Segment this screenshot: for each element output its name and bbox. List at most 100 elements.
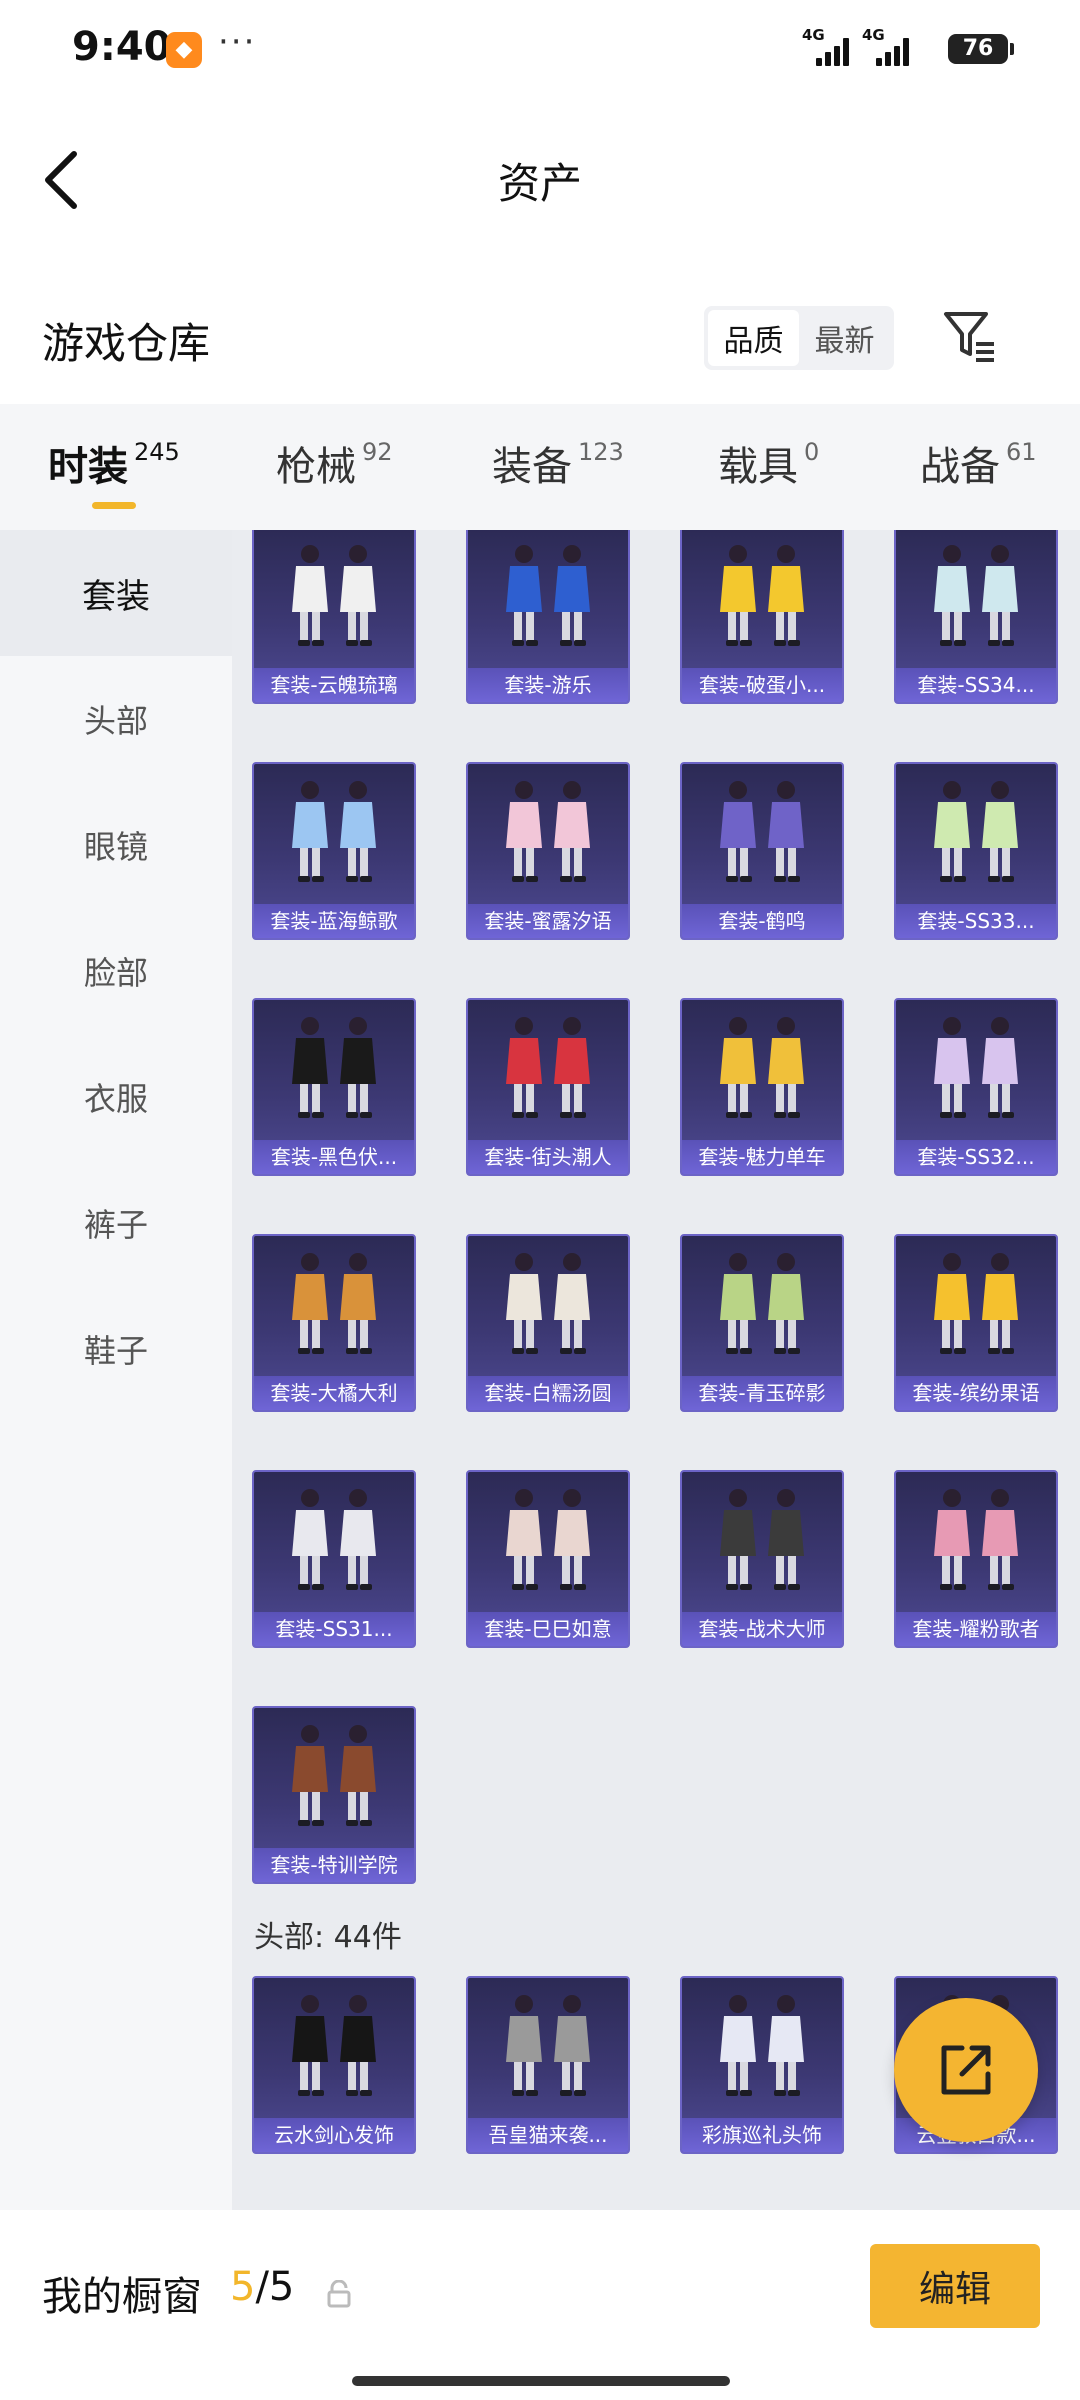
- item-label: 套装-SS32...: [896, 1140, 1056, 1174]
- status-bar: 9:40 ◆ ··· 4G 4G 76: [0, 0, 1080, 100]
- item-artwork-image: [468, 1978, 628, 2120]
- suit-item-tile[interactable]: 套装-魅力单车: [680, 998, 844, 1176]
- nav-header: 资产: [0, 120, 1080, 240]
- suit-item-tile[interactable]: 套装-特训学院: [252, 1706, 416, 1884]
- sidebar-item-glasses[interactable]: 眼镜: [0, 782, 232, 908]
- section-label-head: 头部: 44件: [254, 1920, 402, 1955]
- item-artwork-image: [682, 1472, 842, 1614]
- suit-item-tile[interactable]: 套装-游乐: [466, 530, 630, 704]
- item-label: 套装-破蛋小...: [682, 668, 842, 702]
- sidebar-item-clothes[interactable]: 衣服: [0, 1034, 232, 1160]
- item-label: 套装-缤纷果语: [896, 1376, 1056, 1410]
- item-label: 套装-白糯汤圆: [468, 1376, 628, 1410]
- item-label: 套装-云魄琉璃: [254, 668, 414, 702]
- item-label: 套装-蜜露汐语: [468, 904, 628, 938]
- suit-item-tile[interactable]: 套装-SS32...: [894, 998, 1058, 1176]
- bottom-bar: 我的橱窗 5/5 编辑: [0, 2210, 1080, 2400]
- item-label: 套装-SS34...: [896, 668, 1056, 702]
- sidebar: 套装 头部 眼镜 脸部 衣服 裤子 鞋子: [0, 530, 232, 2210]
- status-time: 9:40: [72, 24, 172, 70]
- edit-button[interactable]: 编辑: [870, 2244, 1040, 2328]
- active-tab-indicator: [92, 502, 136, 509]
- sidebar-item-shoes[interactable]: 鞋子: [0, 1286, 232, 1412]
- item-label: 套装-青玉碎影: [682, 1376, 842, 1410]
- item-artwork-image: [254, 1472, 414, 1614]
- item-label: 套装-特训学院: [254, 1848, 414, 1882]
- item-artwork-image: [468, 764, 628, 906]
- suit-item-tile[interactable]: 套装-鹤鸣: [680, 762, 844, 940]
- item-artwork-image: [896, 1000, 1056, 1142]
- tab-supplies[interactable]: 战备 61: [920, 434, 1037, 492]
- suit-item-tile[interactable]: 套装-耀粉歌者: [894, 1470, 1058, 1648]
- item-artwork-image: [896, 1236, 1056, 1378]
- item-artwork-image: [682, 1000, 842, 1142]
- item-artwork-image: [896, 530, 1056, 670]
- item-label: 套装-魅力单车: [682, 1140, 842, 1174]
- suit-item-tile[interactable]: 套装-青玉碎影: [680, 1234, 844, 1412]
- warehouse-header: 游戏仓库 品质 最新: [0, 290, 1080, 390]
- item-artwork-image: [682, 1236, 842, 1378]
- showcase-label: 我的橱窗: [42, 2274, 202, 2320]
- battery-icon: 76: [948, 34, 1014, 64]
- item-label: 套装-黑色伏...: [254, 1140, 414, 1174]
- item-artwork-image: [468, 530, 628, 670]
- home-indicator: [352, 2376, 730, 2386]
- lock-icon: [327, 2280, 351, 2308]
- filter-icon: [944, 312, 994, 362]
- app-notification-icon: ◆: [166, 32, 202, 68]
- item-artwork-image: [254, 530, 414, 670]
- item-label: 套装-巳巳如意: [468, 1612, 628, 1646]
- item-artwork-image: [682, 1978, 842, 2120]
- sidebar-item-pants[interactable]: 裤子: [0, 1160, 232, 1286]
- sort-newest-button[interactable]: 最新: [799, 310, 890, 366]
- item-label: 吾皇猫来袭...: [468, 2118, 628, 2152]
- head-item-tile[interactable]: 彩旗巡礼头饰: [680, 1976, 844, 2154]
- head-item-tile[interactable]: 云水剑心发饰: [252, 1976, 416, 2154]
- suit-item-tile[interactable]: 套装-战术大师: [680, 1470, 844, 1648]
- item-label: 套装-鹤鸣: [682, 904, 842, 938]
- item-label: 套装-蓝海鲸歌: [254, 904, 414, 938]
- sidebar-item-head[interactable]: 头部: [0, 656, 232, 782]
- item-artwork-image: [896, 1472, 1056, 1614]
- suit-item-tile[interactable]: 套装-SS31...: [252, 1470, 416, 1648]
- head-item-tile[interactable]: 吾皇猫来袭...: [466, 1976, 630, 2154]
- sidebar-item-suits[interactable]: 套装: [0, 530, 232, 656]
- suit-item-tile[interactable]: 套装-SS34...: [894, 530, 1058, 704]
- tab-fashion[interactable]: 时装 245: [48, 434, 180, 509]
- suit-item-tile[interactable]: 套装-大橘大利: [252, 1234, 416, 1412]
- item-artwork-image: [254, 1708, 414, 1850]
- suit-item-tile[interactable]: 套装-巳巳如意: [466, 1470, 630, 1648]
- suit-item-tile[interactable]: 套装-黑色伏...: [252, 998, 416, 1176]
- item-artwork-image: [254, 1236, 414, 1378]
- item-artwork-image: [254, 764, 414, 906]
- item-label: 套装-耀粉歌者: [896, 1612, 1056, 1646]
- sidebar-item-face[interactable]: 脸部: [0, 908, 232, 1034]
- tab-firearms[interactable]: 枪械 92: [276, 434, 393, 492]
- item-artwork-image: [254, 1000, 414, 1142]
- sort-quality-button[interactable]: 品质: [708, 310, 799, 366]
- item-artwork-image: [254, 1978, 414, 2120]
- item-artwork-image: [682, 530, 842, 670]
- item-label: 套装-战术大师: [682, 1612, 842, 1646]
- share-fab-button[interactable]: [894, 1998, 1038, 2142]
- item-label: 套装-街头潮人: [468, 1140, 628, 1174]
- warehouse-title: 游戏仓库: [42, 319, 211, 368]
- suit-item-tile[interactable]: 套装-破蛋小...: [680, 530, 844, 704]
- suit-item-tile[interactable]: 套装-云魄琉璃: [252, 530, 416, 704]
- item-label: 套装-SS33...: [896, 904, 1056, 938]
- tab-vehicles[interactable]: 载具 0: [718, 434, 819, 492]
- suit-item-tile[interactable]: 套装-蓝海鲸歌: [252, 762, 416, 940]
- more-notifications-icon: ···: [218, 22, 257, 62]
- item-label: 云水剑心发饰: [254, 2118, 414, 2152]
- suit-item-tile[interactable]: 套装-缤纷果语: [894, 1234, 1058, 1412]
- tab-equipment[interactable]: 装备 123: [492, 434, 624, 492]
- item-artwork-image: [896, 764, 1056, 906]
- filter-button[interactable]: [940, 304, 1000, 368]
- suit-item-tile[interactable]: 套装-街头潮人: [466, 998, 630, 1176]
- item-artwork-image: [682, 764, 842, 906]
- sort-toggle: 品质 最新: [704, 306, 894, 370]
- suit-item-tile[interactable]: 套装-白糯汤圆: [466, 1234, 630, 1412]
- suit-item-tile[interactable]: 套装-蜜露汐语: [466, 762, 630, 940]
- showcase-count: 5/5: [230, 2264, 295, 2310]
- suit-item-tile[interactable]: 套装-SS33...: [894, 762, 1058, 940]
